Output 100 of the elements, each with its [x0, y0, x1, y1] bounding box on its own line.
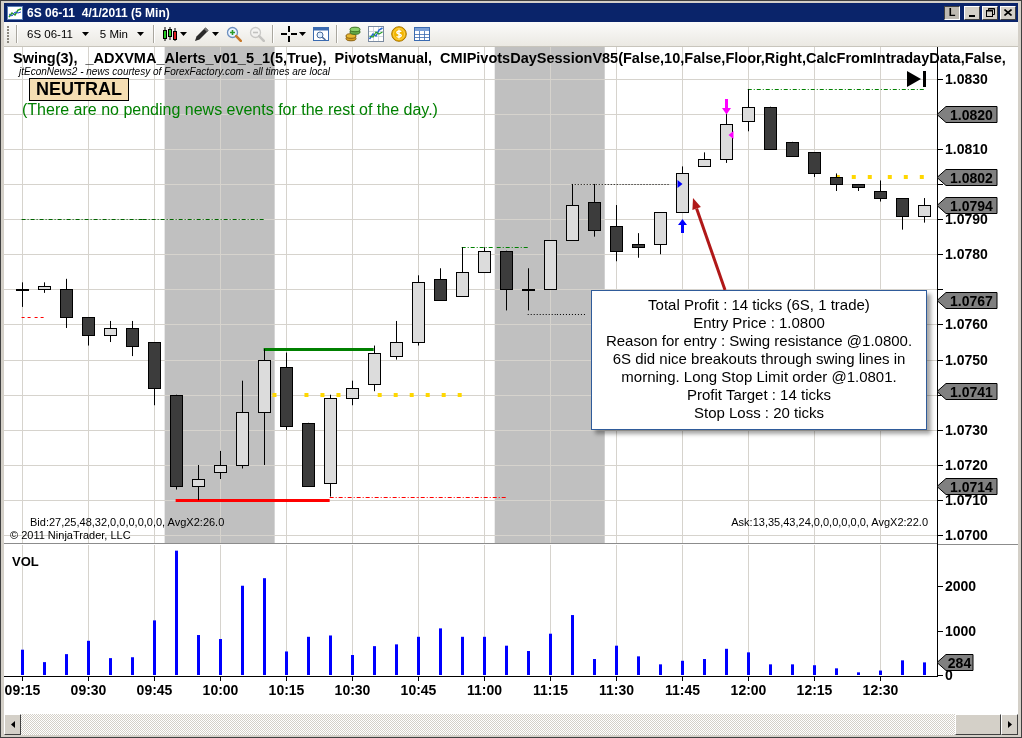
volume-bar	[417, 636, 420, 675]
caret-icon	[136, 32, 144, 36]
candle	[544, 239, 557, 290]
candle	[368, 345, 381, 392]
volume-bar	[65, 654, 68, 675]
volume-bar	[395, 644, 398, 675]
volume-bar	[153, 620, 156, 675]
candle	[654, 211, 667, 255]
candle	[148, 341, 161, 406]
close-button[interactable]	[1000, 5, 1016, 20]
close-icon	[1004, 9, 1012, 16]
candlestick-icon[interactable]	[161, 26, 178, 42]
bid-summary: Bid:27,25,48,32,0,0,0,0,0,0, AvgX2:26.0	[30, 516, 225, 529]
letter-button[interactable]: L	[944, 5, 960, 20]
caret-icon[interactable]	[298, 32, 306, 36]
axis-label: 1.0780	[945, 246, 988, 263]
candle	[566, 183, 579, 241]
right-triangle-icon	[677, 180, 683, 188]
volume-bar	[329, 635, 332, 675]
pencil-icon[interactable]	[193, 26, 210, 42]
caret-icon	[81, 32, 89, 36]
volume-bar	[483, 636, 486, 675]
price-tag: 1.0741	[936, 383, 998, 400]
volume-bar	[769, 664, 772, 675]
axis-label: 09:15	[4, 682, 41, 698]
volume-bar	[549, 633, 552, 675]
candle	[192, 464, 205, 501]
bias-label: NEUTRAL	[29, 78, 129, 101]
volume-bar	[527, 651, 530, 675]
volume-bar	[857, 672, 860, 675]
line-chart-icon[interactable]	[367, 26, 384, 42]
volume-bar	[637, 656, 640, 675]
axis-label: 11:15	[533, 682, 568, 698]
candle	[808, 151, 821, 178]
candle	[214, 450, 227, 480]
scroll-left-button[interactable]	[4, 714, 21, 735]
candle	[874, 179, 887, 203]
left-arrow-icon	[10, 721, 15, 728]
volume-bar	[835, 668, 838, 675]
dollar-coin-icon[interactable]	[390, 26, 407, 42]
minimize-button[interactable]	[964, 5, 980, 20]
candle	[346, 380, 359, 406]
axis-label: 1.0810	[945, 140, 988, 157]
axis-label: 1.0750	[945, 351, 988, 368]
window-title: 6S 06-11 4/1/2011 (5 Min)	[27, 5, 170, 20]
axis-label: 10:45	[400, 682, 437, 698]
crosshair-icon[interactable]	[280, 26, 297, 42]
candle	[588, 183, 601, 238]
candle	[60, 278, 73, 329]
up-arrow-icon	[678, 219, 687, 233]
caret-icon[interactable]	[179, 32, 187, 36]
axis-label: 10:00	[202, 682, 239, 698]
interval-dropdown[interactable]: 5 Min	[97, 28, 146, 40]
axis-label: 1.0790	[945, 211, 988, 228]
news-message: (There are no pending news events for the rest of the day.)	[22, 101, 438, 119]
candle	[126, 320, 139, 357]
axis-label: 09:45	[136, 682, 173, 698]
volume-bar	[747, 652, 750, 675]
axis-label: 12:15	[796, 682, 833, 698]
axis-label: 10:30	[334, 682, 371, 698]
candle	[434, 267, 447, 301]
note-line: 6S did nice breakouts through swing lines in	[611, 350, 907, 368]
zoom-in-icon[interactable]	[225, 26, 242, 42]
volume-bar	[21, 649, 24, 675]
magnifier-window-icon[interactable]	[312, 26, 329, 42]
candle	[852, 183, 865, 192]
volume-bar	[351, 655, 354, 675]
axis-label: 12:30	[862, 682, 899, 698]
candle	[500, 250, 513, 311]
candle	[478, 246, 491, 273]
chart-title: VOL	[12, 554, 39, 569]
instrument-dropdown[interactable]: 6S 06-11	[25, 28, 91, 40]
caret-icon[interactable]	[211, 32, 219, 36]
skip-to-end-icon[interactable]	[907, 71, 927, 87]
restore-button[interactable]	[982, 5, 998, 20]
candle	[896, 197, 909, 231]
candle	[786, 141, 799, 157]
note-line: morning. Long Stop Limit order @1.0801.	[620, 368, 898, 386]
candle	[764, 106, 777, 150]
axis-label: 10:15	[268, 682, 305, 698]
coins-icon[interactable]	[344, 26, 361, 42]
volume-bar	[813, 665, 816, 675]
left-triangle-icon	[728, 131, 734, 139]
table-icon[interactable]	[413, 26, 430, 42]
news-source-note: jtEconNews2 - news courtesy of ForexFactory.com - all times are local	[19, 66, 331, 78]
scrollbar-thumb[interactable]	[955, 714, 1001, 735]
axis-label: 1.0700	[945, 527, 988, 544]
down-arrow-icon	[722, 99, 731, 115]
candle	[38, 281, 51, 294]
axis-label: 11:30	[599, 682, 634, 698]
volume-bar	[109, 658, 112, 675]
volume-bar	[879, 670, 882, 675]
volume-bar	[373, 646, 376, 675]
candle	[698, 151, 711, 167]
scroll-right-button[interactable]	[1001, 714, 1018, 735]
axis-label: 1.0720	[945, 456, 988, 473]
volume-bar	[923, 662, 926, 675]
axis-label: 12:00	[730, 682, 767, 698]
candle	[82, 316, 95, 347]
candle	[456, 246, 469, 297]
